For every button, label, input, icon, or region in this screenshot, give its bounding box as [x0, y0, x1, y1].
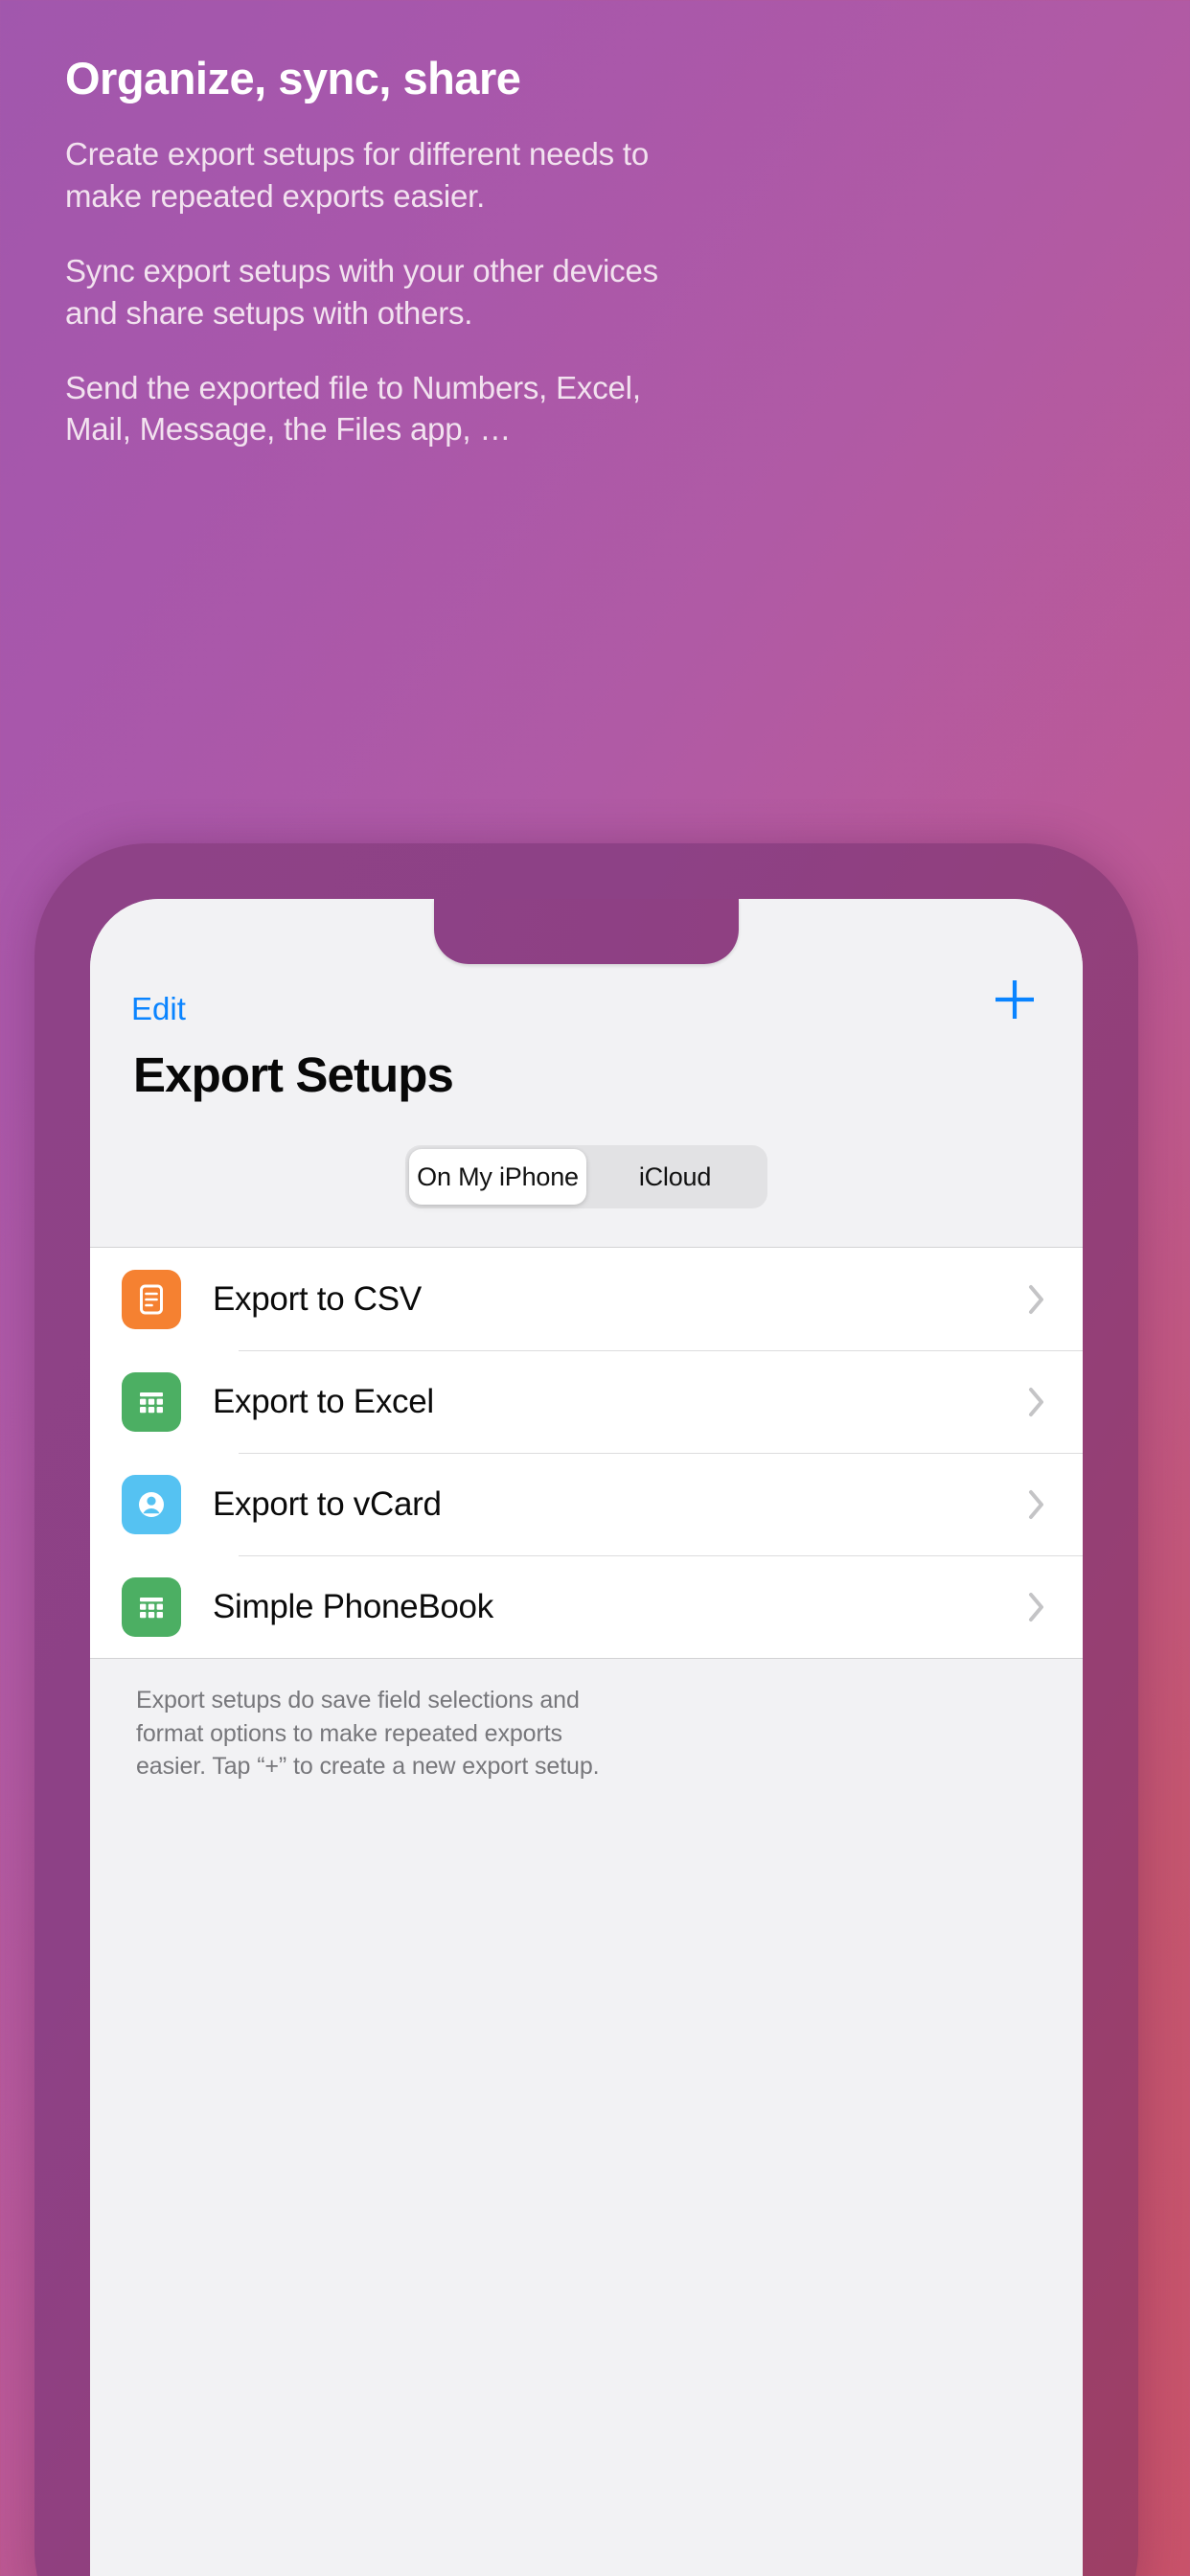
chevron-right-icon [1027, 1591, 1046, 1623]
phone-screen-bezel: Edit Export Setups On My iPhone iCloud E… [90, 899, 1083, 2576]
grid-table-icon [122, 1371, 181, 1432]
promo-block: Organize, sync, share Create export setu… [65, 53, 678, 450]
phone-device-frame: Edit Export Setups On My iPhone iCloud E… [34, 843, 1138, 2576]
list-item-label: Export to Excel [213, 1382, 434, 1420]
segmented-control-container: On My iPhone iCloud [90, 1145, 1083, 1247]
promo-headline: Organize, sync, share [65, 53, 521, 104]
export-setups-list: Export to CSV Export to Excel Export to … [90, 1247, 1083, 1659]
phone-notch [434, 899, 739, 964]
page-title: Export Setups [133, 1047, 454, 1102]
chevron-right-icon [1027, 1283, 1046, 1316]
app-screen: Edit Export Setups On My iPhone iCloud E… [90, 899, 1083, 2576]
document-lines-icon [122, 1269, 181, 1329]
segment-on-my-iphone[interactable]: On My iPhone [409, 1149, 586, 1205]
list-item[interactable]: Simple PhoneBook [90, 1555, 1083, 1658]
list-item-label: Simple PhoneBook [213, 1587, 493, 1625]
segment-icloud[interactable]: iCloud [586, 1149, 764, 1205]
list-item-label: Export to vCard [213, 1484, 442, 1523]
list-item-label: Export to CSV [213, 1279, 422, 1318]
promo-paragraph-1: Create export setups for different needs… [65, 136, 649, 214]
edit-button[interactable]: Edit [131, 991, 186, 1027]
segmented-control[interactable]: On My iPhone iCloud [405, 1145, 767, 1208]
list-item[interactable]: Export to Excel [90, 1350, 1083, 1453]
list-item[interactable]: Export to CSV [90, 1248, 1083, 1350]
grid-table-icon [122, 1576, 181, 1637]
plus-icon[interactable] [991, 976, 1039, 1024]
list-footer-note: Export setups do save field selections a… [136, 1687, 600, 1780]
chevron-right-icon [1027, 1386, 1046, 1418]
list-item[interactable]: Export to vCard [90, 1453, 1083, 1555]
promo-paragraph-3: Send the exported file to Numbers, Excel… [65, 369, 641, 448]
promo-paragraph-2: Sync export setups with your other devic… [65, 252, 658, 331]
contact-person-icon [122, 1474, 181, 1534]
chevron-right-icon [1027, 1488, 1046, 1521]
